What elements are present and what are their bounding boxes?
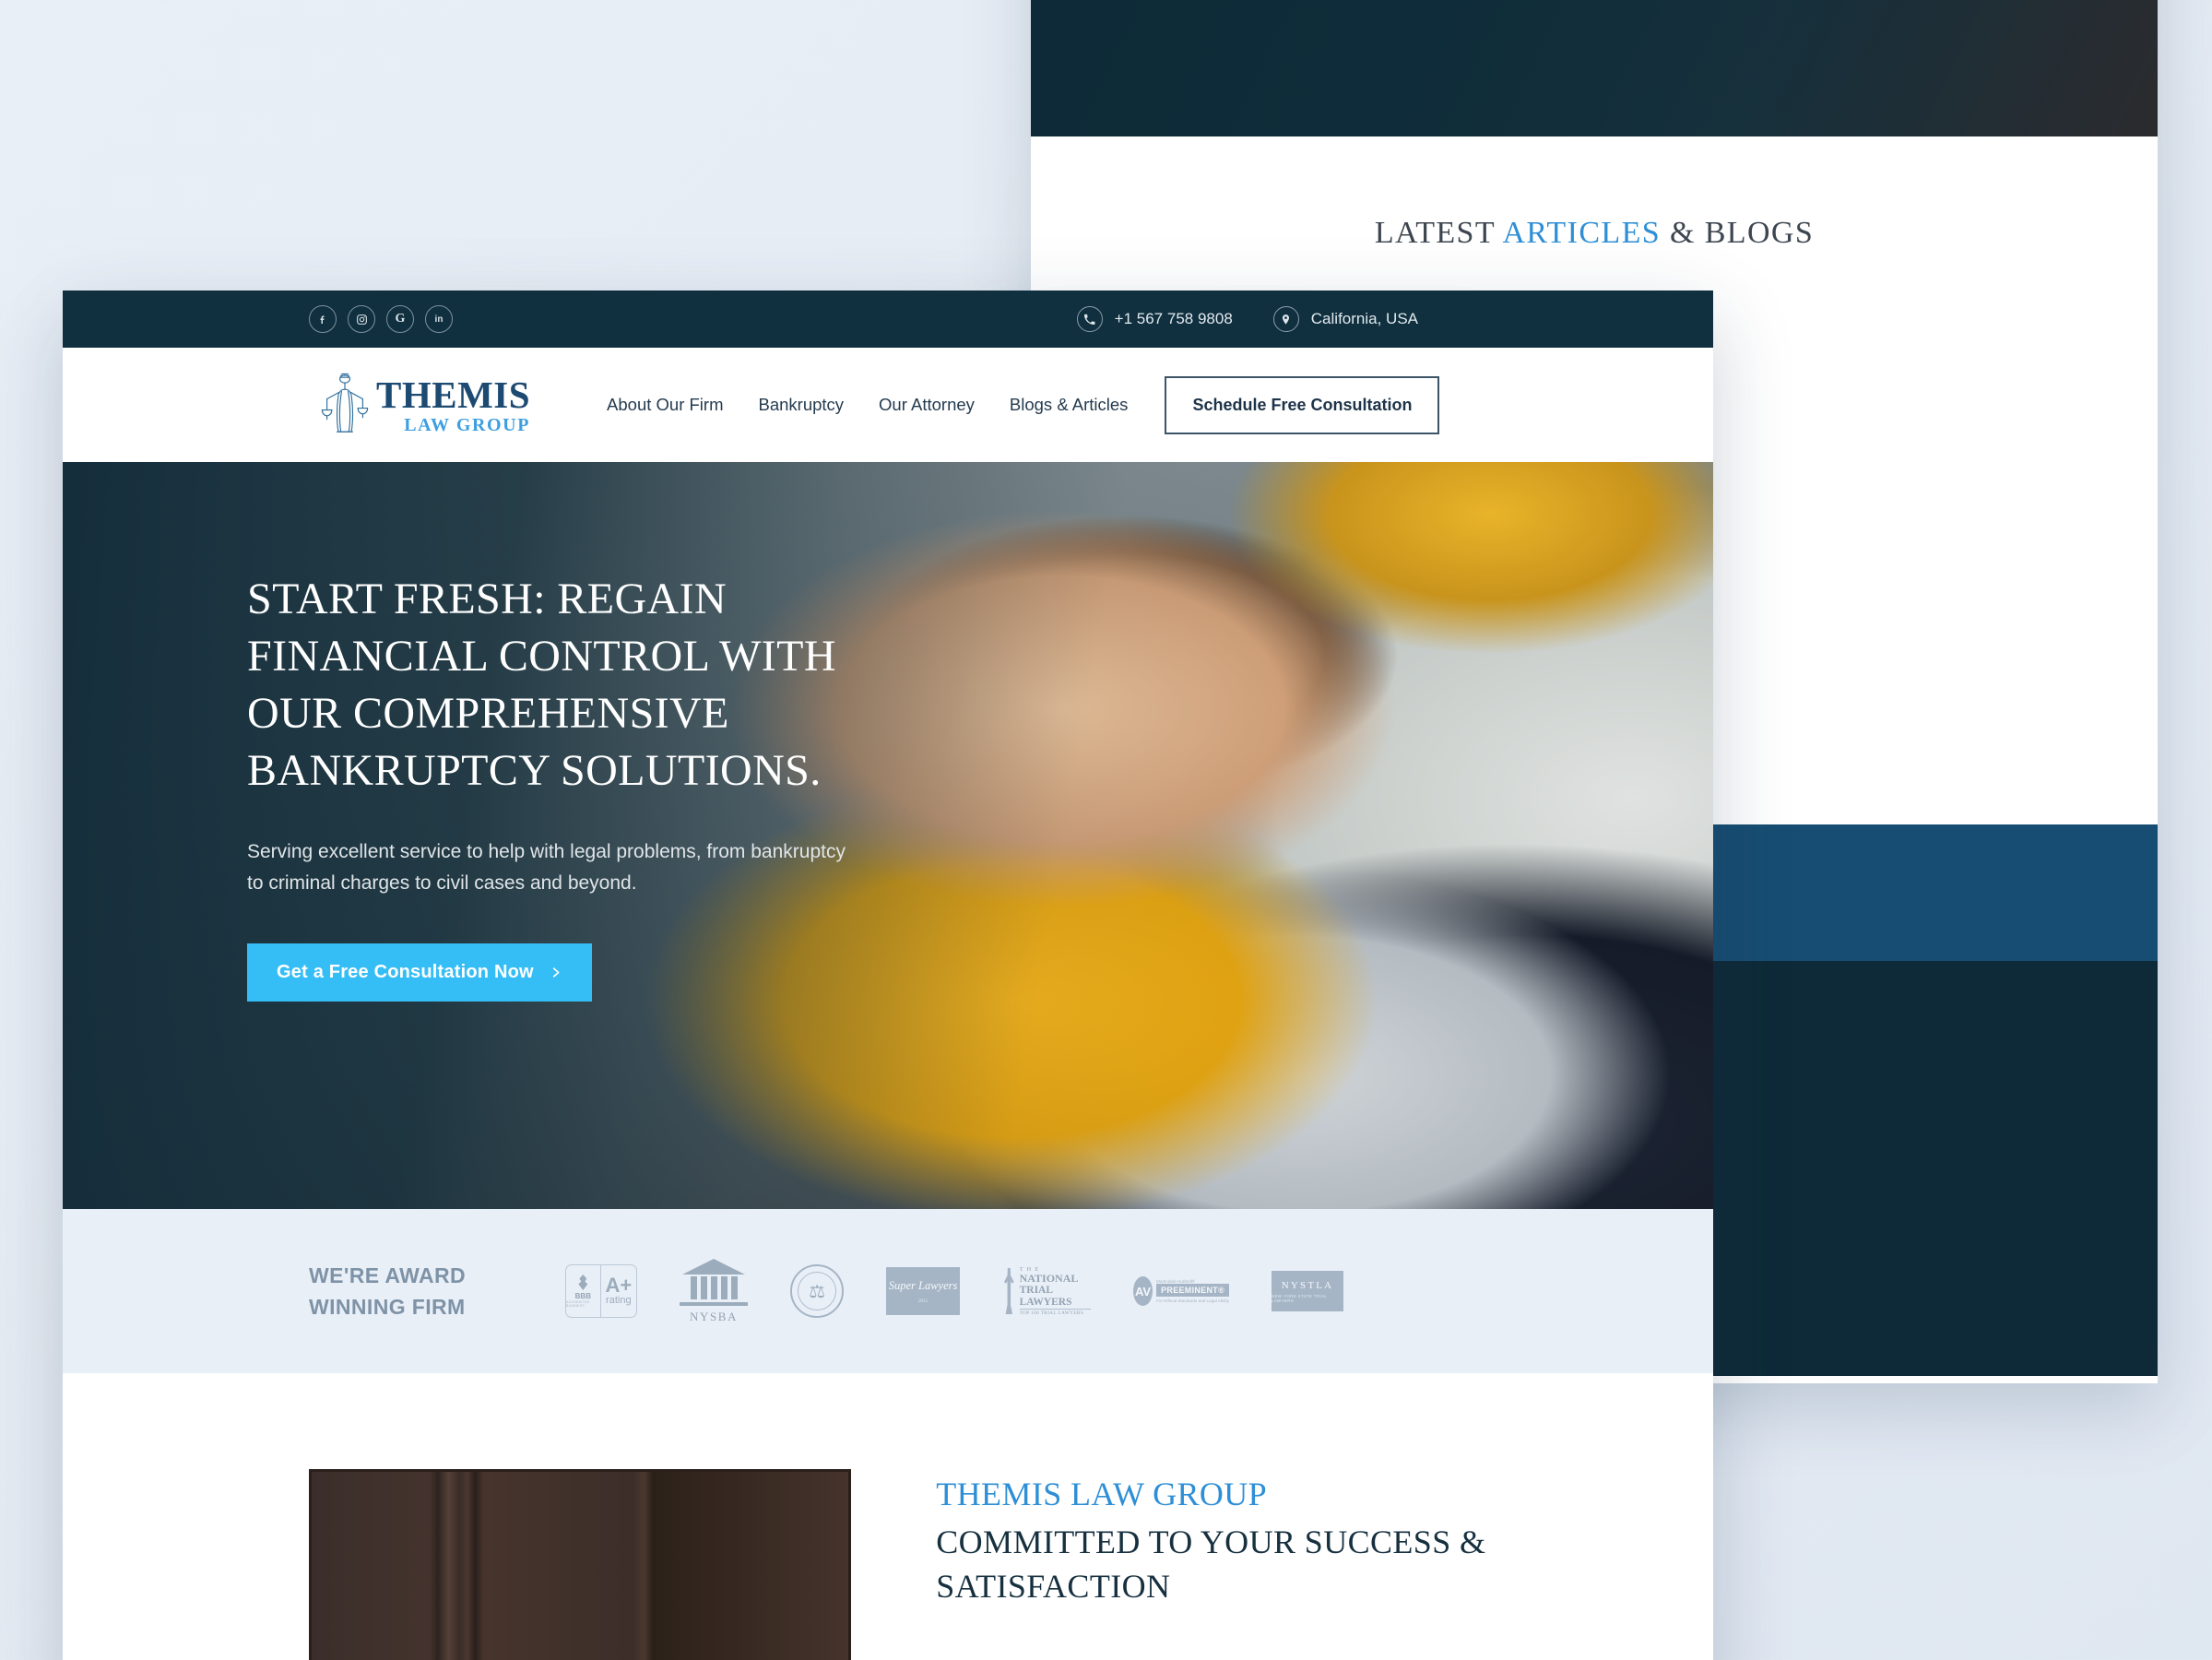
courthouse-columns-icon <box>680 1275 748 1299</box>
bbb-a-plus-rating-badge: BBB ACCREDITED BUSINESS A+ rating <box>565 1264 638 1318</box>
facebook-icon[interactable] <box>309 305 337 333</box>
topbar-phone-label: +1 567 758 9808 <box>1114 310 1233 327</box>
get-free-consultation-button[interactable]: Get a Free Consultation Now <box>247 943 592 1002</box>
articles-heading: LATEST ARTICLES & BLOGS <box>1031 216 2158 251</box>
nystla-label: NYSTLA <box>1281 1279 1334 1291</box>
bbb-label: BBB <box>574 1292 591 1300</box>
nav-item-blogs-articles[interactable]: Blogs & Articles <box>1010 395 1129 415</box>
nysba-badge: NYSBA <box>680 1258 749 1324</box>
hero-section: START FRESH: REGAIN FINANCIAL CONTROL WI… <box>63 462 1713 1209</box>
chevron-right-icon <box>552 967 560 978</box>
bar-association-seal-badge: ⚖ <box>790 1264 845 1318</box>
national-trial-lawyers-badge: T H E NATIONAL TRIAL LAWYERS TOP 100 TRI… <box>1002 1266 1092 1317</box>
awards-strip: WE'RE AWARD WINNING FIRM BBB ACCREDITED … <box>63 1209 1713 1373</box>
site-logo[interactable]: THEMIS LAW GROUP <box>319 371 530 439</box>
topbar-location: California, USA <box>1272 306 1418 332</box>
google-icon[interactable]: G <box>386 305 414 333</box>
committed-heading: COMMITTED TO YOUR SUCCESS & SATISFACTION <box>936 1524 1486 1605</box>
awards-label-line-2: WINNING FIRM <box>309 1295 466 1319</box>
social-links: G in <box>309 305 453 333</box>
courthouse-base-icon <box>680 1301 749 1306</box>
articles-heading-highlight: ARTICLES <box>1502 216 1662 250</box>
ntl-line-3: TRIAL LAWYERS <box>1019 1285 1072 1309</box>
office-door-image <box>309 1469 852 1660</box>
nav-item-bankruptcy[interactable]: Bankruptcy <box>759 395 845 415</box>
schedule-free-consultation-button[interactable]: Schedule Free Consultation <box>1165 375 1440 434</box>
location-pin-icon <box>1272 306 1299 332</box>
bbb-grade-sublabel: rating <box>606 1294 632 1306</box>
committed-brand-heading: THEMIS LAW GROUP <box>936 1476 1268 1512</box>
topbar-location-label: California, USA <box>1310 310 1418 327</box>
av-preeminent-label: PREEMINENT® <box>1156 1283 1230 1297</box>
nav-item-our-attorney[interactable]: Our Attorney <box>879 395 975 415</box>
av-preeminent-badge: AV Martindale-Hubbell® PREEMINENT® For E… <box>1133 1276 1230 1306</box>
hero-button-label: Get a Free Consultation Now <box>277 962 534 983</box>
awards-label-line-1: WE'RE AWARD <box>309 1263 467 1287</box>
topbar-phone[interactable]: +1 567 758 9808 <box>1076 306 1233 332</box>
articles-heading-post: & BLOGS <box>1661 216 1815 250</box>
bbb-grade: A+ <box>605 1274 633 1298</box>
super-lawyers-badge: Super Lawyers 2015 <box>886 1267 961 1315</box>
main-navigation-bar: THEMIS LAW GROUP About Our Firm Bankrupt… <box>63 348 1713 462</box>
scales-of-justice-icon: ⚖ <box>798 1272 837 1310</box>
av-bottom-label: For Ethical Standards and Legal Ability <box>1156 1298 1229 1303</box>
super-lawyers-label: Super Lawyers <box>888 1278 958 1292</box>
hero-heading: START FRESH: REGAIN FINANCIAL CONTROL WI… <box>247 575 836 795</box>
lady-justice-logo-icon <box>321 373 369 433</box>
topbar-contact-group: +1 567 758 9808 California, USA <box>1076 306 1713 332</box>
bbb-sublabel: ACCREDITED BUSINESS <box>566 1300 590 1308</box>
logo-tagline: LAW GROUP <box>404 414 531 435</box>
instagram-icon[interactable] <box>348 305 375 333</box>
award-badges: BBB ACCREDITED BUSINESS A+ rating NYSBA … <box>565 1258 1344 1324</box>
phone-icon <box>1076 306 1103 332</box>
awards-label: WE'RE AWARD WINNING FIRM <box>309 1260 466 1323</box>
hero-subheading: Serving excellent service to help with l… <box>247 840 846 894</box>
nav-links: About Our Firm Bankruptcy Our Attorney B… <box>607 395 1128 415</box>
nav-item-about-our-firm[interactable]: About Our Firm <box>607 395 723 415</box>
nysba-label: NYSBA <box>689 1309 739 1323</box>
ntl-line-4: TOP 100 TRIAL LAWYERS <box>1019 1309 1092 1316</box>
foreground-page: G in +1 567 758 9808 California, USA THE… <box>63 290 1713 1660</box>
logo-brand-name: THEMIS <box>376 373 531 416</box>
bbb-torch-icon <box>578 1275 588 1290</box>
courthouse-roof-icon <box>682 1258 746 1275</box>
linkedin-icon[interactable]: in <box>425 305 453 333</box>
ntl-line-2: NATIONAL <box>1019 1272 1079 1286</box>
articles-heading-pre: LATEST <box>1374 216 1503 250</box>
committed-section: THEMIS LAW GROUP COMMITTED TO YOUR SUCCE… <box>63 1373 1713 1660</box>
rear-hero-section: +1 567 758 9808 <box>1031 0 2158 136</box>
lady-justice-silhouette-icon <box>1004 1268 1014 1314</box>
nystla-sublabel: NEW YORK STATE TRIAL LAWYERS <box>1272 1293 1327 1303</box>
nystla-badge: NYSTLA NEW YORK STATE TRIAL LAWYERS <box>1272 1271 1344 1311</box>
top-utility-bar: G in +1 567 758 9808 California, USA <box>63 290 1713 348</box>
super-lawyers-year: 2015 <box>918 1298 929 1304</box>
av-mark: AV <box>1133 1276 1153 1306</box>
